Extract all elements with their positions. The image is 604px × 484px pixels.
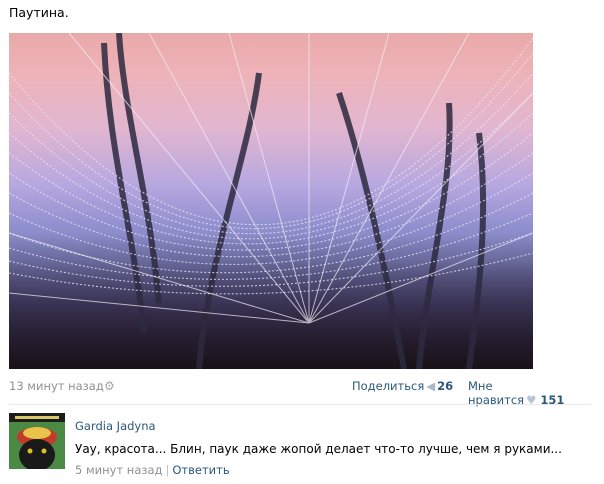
comment-timestamp[interactable]: 5 минут назад <box>75 463 162 477</box>
comment-author[interactable]: Gardia Jadyna <box>75 419 156 433</box>
comment-text: Уау, красота... Блин, паук даже жопой де… <box>75 442 562 456</box>
spider-web-image <box>9 33 533 369</box>
post-text: Паутина. <box>9 5 69 20</box>
post-timestamp[interactable]: 13 минут назад <box>9 379 104 393</box>
gear-icon[interactable]: ⚙ <box>104 379 115 393</box>
share-button[interactable]: Поделиться ◀ 26 <box>352 379 453 393</box>
separator: | <box>165 463 170 477</box>
comment-meta: 5 минут назад | Ответить <box>75 463 230 477</box>
like-button[interactable]: Мне нравится ♥ 151 <box>468 379 591 407</box>
like-label: Мне нравится <box>468 379 525 407</box>
share-label: Поделиться <box>352 379 425 393</box>
share-count: 26 <box>437 379 454 393</box>
post-photo[interactable] <box>9 33 533 369</box>
divider <box>9 404 591 405</box>
avatar[interactable] <box>9 413 65 469</box>
post-meta-row: 13 минут назад ⚙ Поделиться ◀ 26 Мне нрави… <box>9 379 591 407</box>
avatar-image <box>9 413 65 469</box>
megaphone-icon: ◀ <box>426 379 436 393</box>
reply-button[interactable]: Ответить <box>172 463 229 477</box>
comment-item: Gardia Jadyna Уау, красота... Блин, паук… <box>9 413 591 481</box>
